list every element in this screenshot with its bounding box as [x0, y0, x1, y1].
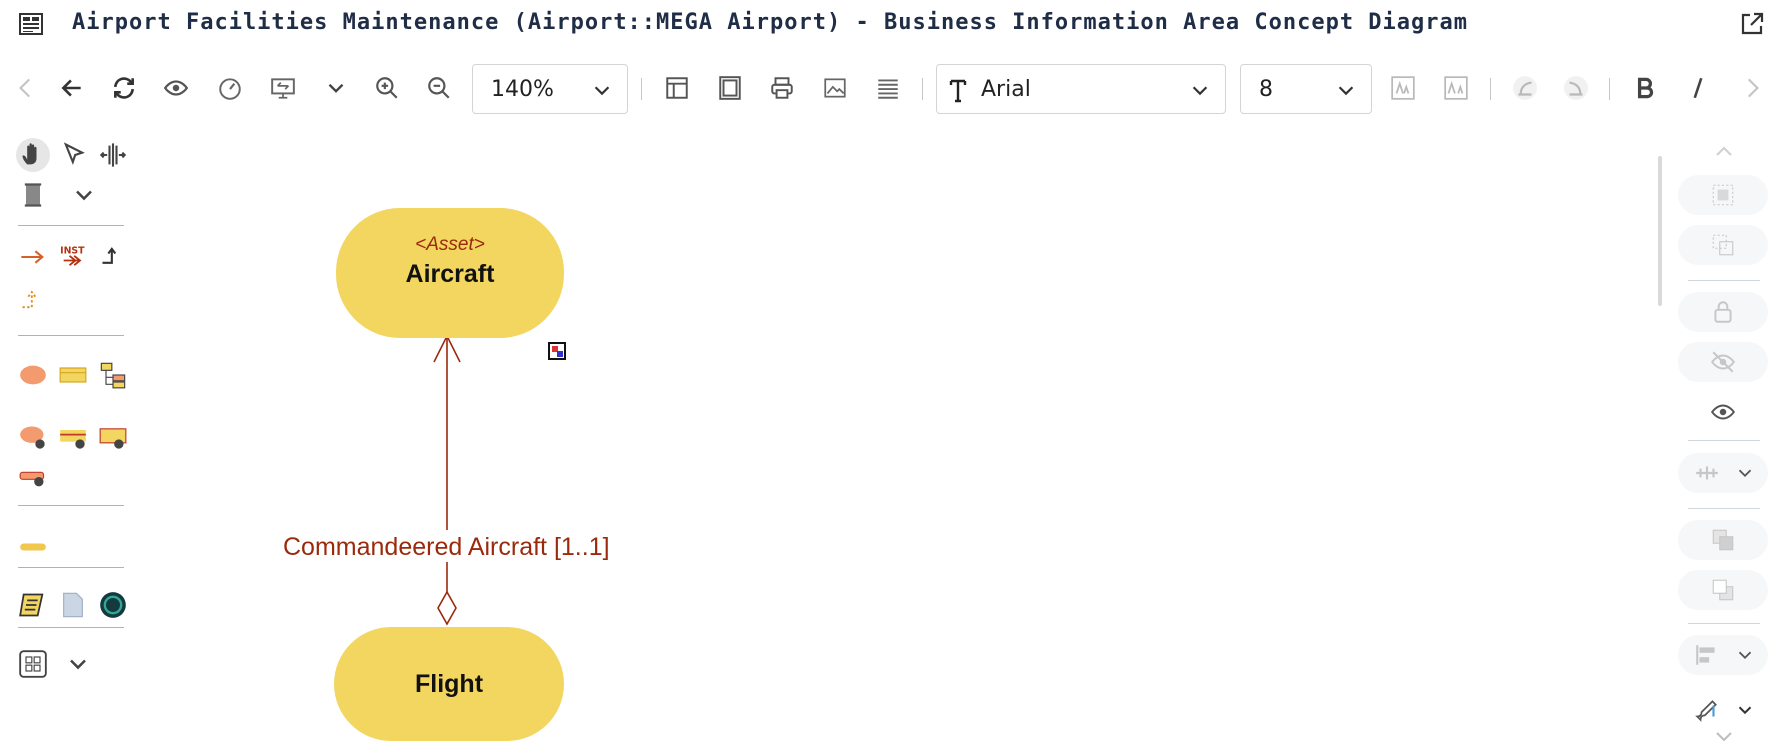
distribute-icon[interactable]	[1678, 453, 1768, 493]
bold-icon[interactable]	[1627, 70, 1663, 106]
chevron-down-icon	[594, 86, 610, 96]
grid-layout-icon[interactable]	[16, 647, 50, 681]
frame-icon[interactable]	[712, 70, 748, 106]
hand-icon[interactable]	[16, 138, 50, 172]
font-size-value: 8	[1259, 77, 1273, 102]
card-gear-icon[interactable]	[96, 420, 130, 454]
rotate-left-icon[interactable]	[1507, 70, 1543, 106]
svg-text:INST: INST	[60, 246, 85, 257]
pillar-icon[interactable]	[16, 178, 50, 212]
chevron-up-icon[interactable]	[1712, 140, 1736, 164]
split-handle-icon[interactable]	[96, 138, 130, 172]
chevron-down-icon	[1338, 86, 1354, 96]
font-family-value: Arial	[981, 77, 1031, 102]
boundary-circle-icon[interactable]	[96, 588, 130, 622]
lock-icon[interactable]	[1678, 292, 1768, 332]
font-shrink-icon[interactable]	[1438, 70, 1474, 106]
speedometer-icon[interactable]	[212, 70, 248, 106]
rectangle-node-icon[interactable]	[56, 358, 90, 392]
node-aircraft[interactable]: <Asset> Aircraft	[336, 208, 564, 338]
title-bar: Airport Facilities Maintenance (Airport:…	[0, 0, 1779, 48]
show-icon[interactable]	[1678, 392, 1768, 432]
hierarchy-node-icon[interactable]	[96, 358, 130, 392]
nav-back-icon[interactable]	[8, 70, 44, 106]
rotate-right-icon[interactable]	[1558, 70, 1594, 106]
note-icon[interactable]	[16, 588, 50, 622]
send-back-icon[interactable]	[1678, 570, 1768, 610]
node-name: Aircraft	[405, 260, 495, 288]
fit-screen-icon[interactable]	[265, 70, 301, 106]
generalization-icon[interactable]	[96, 240, 130, 274]
ellipse-gear-icon[interactable]	[16, 420, 50, 454]
resize-handle-icon[interactable]	[548, 342, 566, 360]
diagram-canvas[interactable]: <Asset> Aircraft Flight Commandeered Air…	[140, 130, 1640, 750]
external-link-icon[interactable]	[1738, 10, 1766, 38]
format-panel	[1640, 130, 1779, 750]
chevron-down-icon[interactable]	[318, 70, 354, 106]
forward-icon[interactable]	[1734, 70, 1770, 106]
print-icon[interactable]	[764, 70, 800, 106]
dependency-icon[interactable]	[16, 282, 50, 316]
instance-relation-icon[interactable]: INST	[56, 240, 90, 274]
arrow-relation-icon[interactable]	[16, 240, 50, 274]
window-title: Airport Facilities Maintenance (Airport:…	[72, 10, 1469, 35]
main-toolbar: 140% Arial 8	[0, 58, 1779, 120]
undo-icon[interactable]	[54, 70, 90, 106]
align-icon[interactable]	[1678, 635, 1768, 675]
bar-node-icon[interactable]	[16, 530, 50, 564]
zoom-out-icon[interactable]	[421, 70, 457, 106]
list-icon[interactable]	[870, 70, 906, 106]
refresh-icon[interactable]	[106, 70, 142, 106]
zoom-value: 140%	[491, 77, 554, 102]
view-icon[interactable]	[158, 70, 194, 106]
layout-icon[interactable]	[659, 70, 695, 106]
chevron-down-icon[interactable]	[67, 178, 101, 212]
zoom-in-icon[interactable]	[369, 70, 405, 106]
bring-front-icon[interactable]	[1678, 520, 1768, 560]
pointer-icon[interactable]	[57, 138, 91, 172]
chevron-down-icon[interactable]	[1712, 724, 1736, 748]
italic-icon[interactable]	[1680, 70, 1716, 106]
font-grow-icon[interactable]	[1385, 70, 1421, 106]
element-palette: INST	[0, 130, 140, 750]
chevron-down-icon[interactable]	[61, 647, 95, 681]
chevron-down-icon	[1192, 86, 1208, 96]
ungroup-icon[interactable]	[1678, 225, 1768, 265]
diagram-icon	[18, 12, 44, 36]
hide-icon[interactable]	[1678, 342, 1768, 382]
key-gear-icon[interactable]	[16, 460, 50, 494]
association-label[interactable]: Commandeered Aircraft [1..1]	[283, 533, 610, 562]
node-name: Flight	[414, 670, 484, 698]
node-flight[interactable]: Flight	[334, 627, 564, 741]
node-stereotype: <Asset>	[415, 234, 485, 255]
font-size-select[interactable]: 8	[1240, 64, 1372, 114]
group-icon[interactable]	[1678, 175, 1768, 215]
rect-gear-icon[interactable]	[56, 420, 90, 454]
image-icon[interactable]	[817, 70, 853, 106]
text-font-icon	[949, 79, 967, 103]
font-family-select[interactable]: Arial	[936, 64, 1226, 114]
ellipse-node-icon[interactable]	[16, 358, 50, 392]
document-icon[interactable]	[56, 588, 90, 622]
zoom-select[interactable]: 140%	[472, 64, 628, 114]
